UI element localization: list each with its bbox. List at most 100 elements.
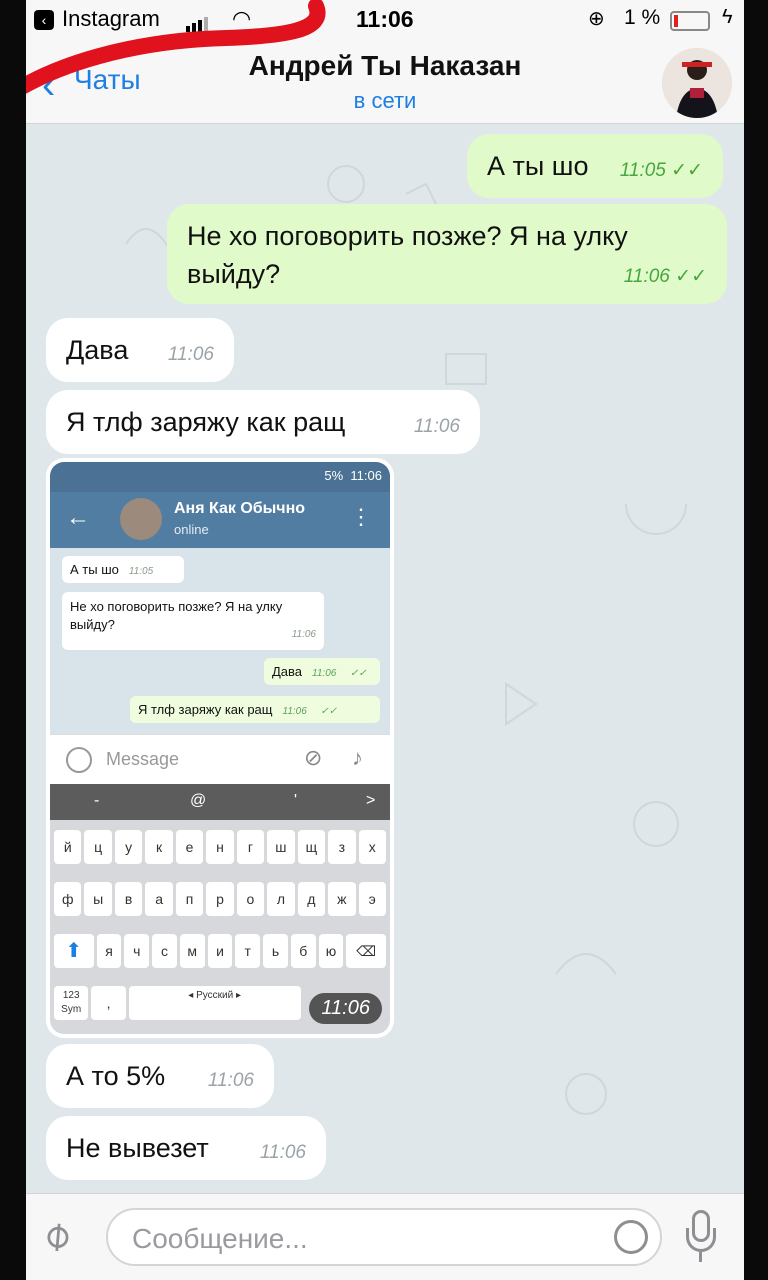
rotation-lock-icon: ⊕ xyxy=(588,8,605,30)
screen-border-left xyxy=(0,0,26,1280)
screenshot-bubble: Не хо поговорить позже? Я на улку выйду?… xyxy=(62,592,324,650)
key: х xyxy=(358,830,386,864)
screenshot-chat-header: ← Аня Как Обычно online ⋮ xyxy=(50,492,390,548)
message-text: Я тлф заряжу как ращ xyxy=(66,407,346,437)
message-time: 11:06 xyxy=(207,1070,254,1091)
key: с xyxy=(152,934,177,968)
keyboard-row: ⬆ я ч с м и т ь б ю ⌫ xyxy=(54,934,386,968)
message-time: 11:06 ✓✓ xyxy=(623,266,707,287)
message-text: А ты шо xyxy=(487,151,589,181)
key: ю xyxy=(318,934,344,968)
microphone-icon[interactable] xyxy=(686,1210,716,1264)
keyboard-row: ф ы в а п р о л д ж э xyxy=(54,882,386,916)
chat-title[interactable]: Андрей Ты Наказан xyxy=(26,50,744,82)
more-vertical-icon: ⋮ xyxy=(350,504,372,529)
key: ш xyxy=(267,830,295,864)
key: я xyxy=(96,934,122,968)
key: в xyxy=(114,882,143,916)
message-bubble-outgoing[interactable]: Не хо поговорить позже? Я на улку выйду?… xyxy=(167,204,727,304)
message-text: А то 5% xyxy=(66,1061,166,1091)
message-time: 11:06 xyxy=(167,344,214,365)
microphone-icon: ♪ xyxy=(352,745,363,770)
arrow-left-icon: ← xyxy=(66,504,90,531)
key: а xyxy=(145,882,173,916)
message-bubble-incoming[interactable]: Дава 11:06 xyxy=(46,318,234,382)
message-input[interactable]: Сообщение... xyxy=(106,1208,662,1266)
battery-icon xyxy=(670,11,710,31)
message-text: Дава xyxy=(66,335,129,365)
signal-icon xyxy=(186,14,210,32)
read-checks-icon: ✓✓ xyxy=(675,266,707,287)
key: п xyxy=(175,882,204,916)
message-time: 11:05 ✓✓ xyxy=(619,160,703,181)
paperclip-icon[interactable]: ⌀ xyxy=(32,1210,80,1261)
message-bubble-incoming[interactable]: Не вывезет 11:06 xyxy=(46,1116,326,1180)
emoji-icon xyxy=(66,747,92,773)
screenshot-bubble: А ты шо 11:05 xyxy=(62,556,184,583)
status-bar: ‹ Instagram ◠ 11:06 ⊕ 1 % ϟ xyxy=(26,0,744,40)
screenshot-input-bar: Message ⊘ ♪ xyxy=(50,734,390,784)
key: и xyxy=(207,934,233,968)
chat-header: ‹ Чаты Андрей Ты Наказан в сети xyxy=(26,40,744,124)
message-bubble-outgoing[interactable]: А ты шо 11:05 ✓✓ xyxy=(467,134,723,198)
backspace-icon: ⌫ xyxy=(346,934,386,968)
key: щ xyxy=(297,830,326,864)
chat-screen: ‹ Instagram ◠ 11:06 ⊕ 1 % ϟ ‹ Чаты Андре… xyxy=(26,0,744,1280)
key: к xyxy=(145,830,173,864)
message-time: 11:06 xyxy=(259,1142,306,1163)
key: т xyxy=(235,934,261,968)
key: з xyxy=(328,830,356,864)
key: э xyxy=(358,882,386,916)
screenshot-chat-area: А ты шо 11:05 Не хо поговорить позже? Я н… xyxy=(50,548,390,734)
key: д xyxy=(297,882,326,916)
key: у xyxy=(114,830,143,864)
key: м xyxy=(179,934,205,968)
message-bubble-incoming[interactable]: А то 5% 11:06 xyxy=(46,1044,274,1108)
message-text: Не вывезет xyxy=(66,1133,209,1163)
read-checks-icon: ✓✓ xyxy=(671,160,703,181)
screen-border-right xyxy=(744,0,768,1280)
sym-key: 123 Sym xyxy=(54,986,89,1020)
message-bubble-incoming[interactable]: Я тлф заряжу как ращ 11:06 xyxy=(46,390,480,454)
back-app-label[interactable]: Instagram xyxy=(62,6,160,32)
key: й xyxy=(54,830,82,864)
screenshot-bubble: Дава 11:06 ✓✓ xyxy=(264,658,380,685)
chat-status: в сети xyxy=(353,88,417,113)
message-time: 11:06 xyxy=(413,416,460,437)
status-time: 11:06 xyxy=(356,6,414,32)
screenshot-bubble: Я тлф заряжу как ращ 11:06 ✓✓ xyxy=(130,696,380,723)
space-key: ◂ Русский ▸ xyxy=(128,986,301,1020)
battery-percent: 1 % xyxy=(624,6,661,29)
back-to-app-icon[interactable]: ‹ xyxy=(34,10,54,30)
key: ц xyxy=(84,830,112,864)
screenshot-status-bar: 5% 11:06 xyxy=(50,462,390,492)
comma-key: , xyxy=(91,986,126,1020)
key: ж xyxy=(328,882,356,916)
charging-icon: ϟ xyxy=(722,6,733,28)
image-time-badge: 11:06 xyxy=(309,993,382,1024)
message-input-placeholder: Сообщение... xyxy=(132,1223,308,1254)
key: г xyxy=(236,830,265,864)
key: е xyxy=(175,830,204,864)
screenshot-contact-status: online xyxy=(174,522,209,537)
sticker-icon[interactable] xyxy=(614,1220,648,1254)
key: ь xyxy=(263,934,288,968)
screenshot-avatar xyxy=(120,498,162,540)
key: о xyxy=(236,882,265,916)
shift-key-icon: ⬆ xyxy=(54,934,94,968)
wifi-icon: ◠ xyxy=(232,6,252,31)
avatar[interactable] xyxy=(662,48,732,118)
screenshot-input-placeholder: Message xyxy=(106,749,180,769)
key: л xyxy=(267,882,295,916)
image-message[interactable]: 5% 11:06 ← Аня Как Обычно online ⋮ А ты … xyxy=(46,458,394,1038)
keyboard-suggestion-bar: - @ ' > xyxy=(50,784,390,820)
keyboard-row: й ц у к е н г ш щ з х xyxy=(54,830,386,864)
screenshot-contact-name: Аня Как Обычно xyxy=(174,500,306,517)
paperclip-icon: ⊘ xyxy=(304,745,323,770)
key: ч xyxy=(124,934,150,968)
message-input-bar: ⌀ Сообщение... xyxy=(26,1193,744,1280)
key: б xyxy=(290,934,316,968)
key: ы xyxy=(84,882,112,916)
key: ф xyxy=(54,882,82,916)
key: р xyxy=(206,882,234,916)
